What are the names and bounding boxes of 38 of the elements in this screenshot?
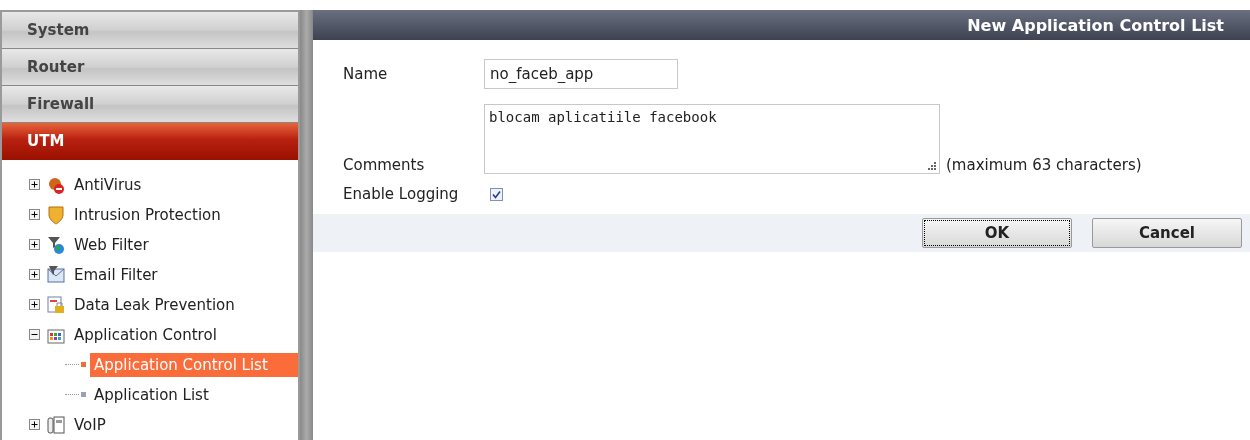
document-lock-icon [46, 295, 66, 315]
menu-header[interactable]: Router [2, 49, 298, 86]
ok-button[interactable]: OK [922, 218, 1072, 248]
tree-item[interactable]: Data Leak Prevention [74, 296, 235, 314]
checkbox[interactable] [490, 187, 503, 201]
tree-item[interactable]: Intrusion Protection [74, 206, 221, 224]
tree-item[interactable]: AntiVirus [74, 176, 142, 194]
hint-text: (maximum 63 characters) [946, 156, 1142, 174]
shield-icon [46, 205, 66, 225]
tree-item[interactable]: Application Control [74, 326, 217, 344]
funnel-globe-icon [46, 235, 66, 255]
collapse-icon[interactable] [29, 329, 40, 341]
tree-item[interactable]: Application List [90, 383, 298, 407]
bullet-icon [81, 362, 86, 368]
field-label: Enable Logging [343, 185, 460, 203]
menu-header[interactable]: UTM [2, 123, 298, 160]
expand-icon[interactable] [29, 179, 40, 191]
tree-item[interactable]: VoIP [74, 416, 106, 434]
envelope-filter-icon [46, 265, 66, 285]
dialog-title: New Application Control List [967, 15, 1224, 35]
tree-item[interactable]: Web Filter [74, 236, 149, 254]
phone-icon [46, 415, 66, 435]
field-label: Comments [343, 156, 426, 174]
expand-icon[interactable] [29, 299, 40, 311]
bullet-icon [81, 392, 86, 398]
resize-grip-icon[interactable] [928, 162, 936, 170]
comments-field[interactable]: blocam aplicatiile facebook [484, 104, 940, 174]
menu-header[interactable]: System [2, 12, 298, 49]
expand-icon[interactable] [29, 269, 40, 281]
name-field[interactable]: no_faceb_app [484, 59, 678, 89]
expand-icon[interactable] [29, 239, 40, 251]
expand-icon[interactable] [29, 419, 40, 431]
tree-item[interactable]: Email Filter [74, 266, 158, 284]
expand-icon[interactable] [29, 209, 40, 221]
cancel-button[interactable]: Cancel [1092, 218, 1242, 248]
menu-header[interactable]: Firewall [2, 86, 298, 123]
field-label: Name [343, 65, 389, 83]
field-value: blocam aplicatiile facebook [489, 109, 717, 125]
